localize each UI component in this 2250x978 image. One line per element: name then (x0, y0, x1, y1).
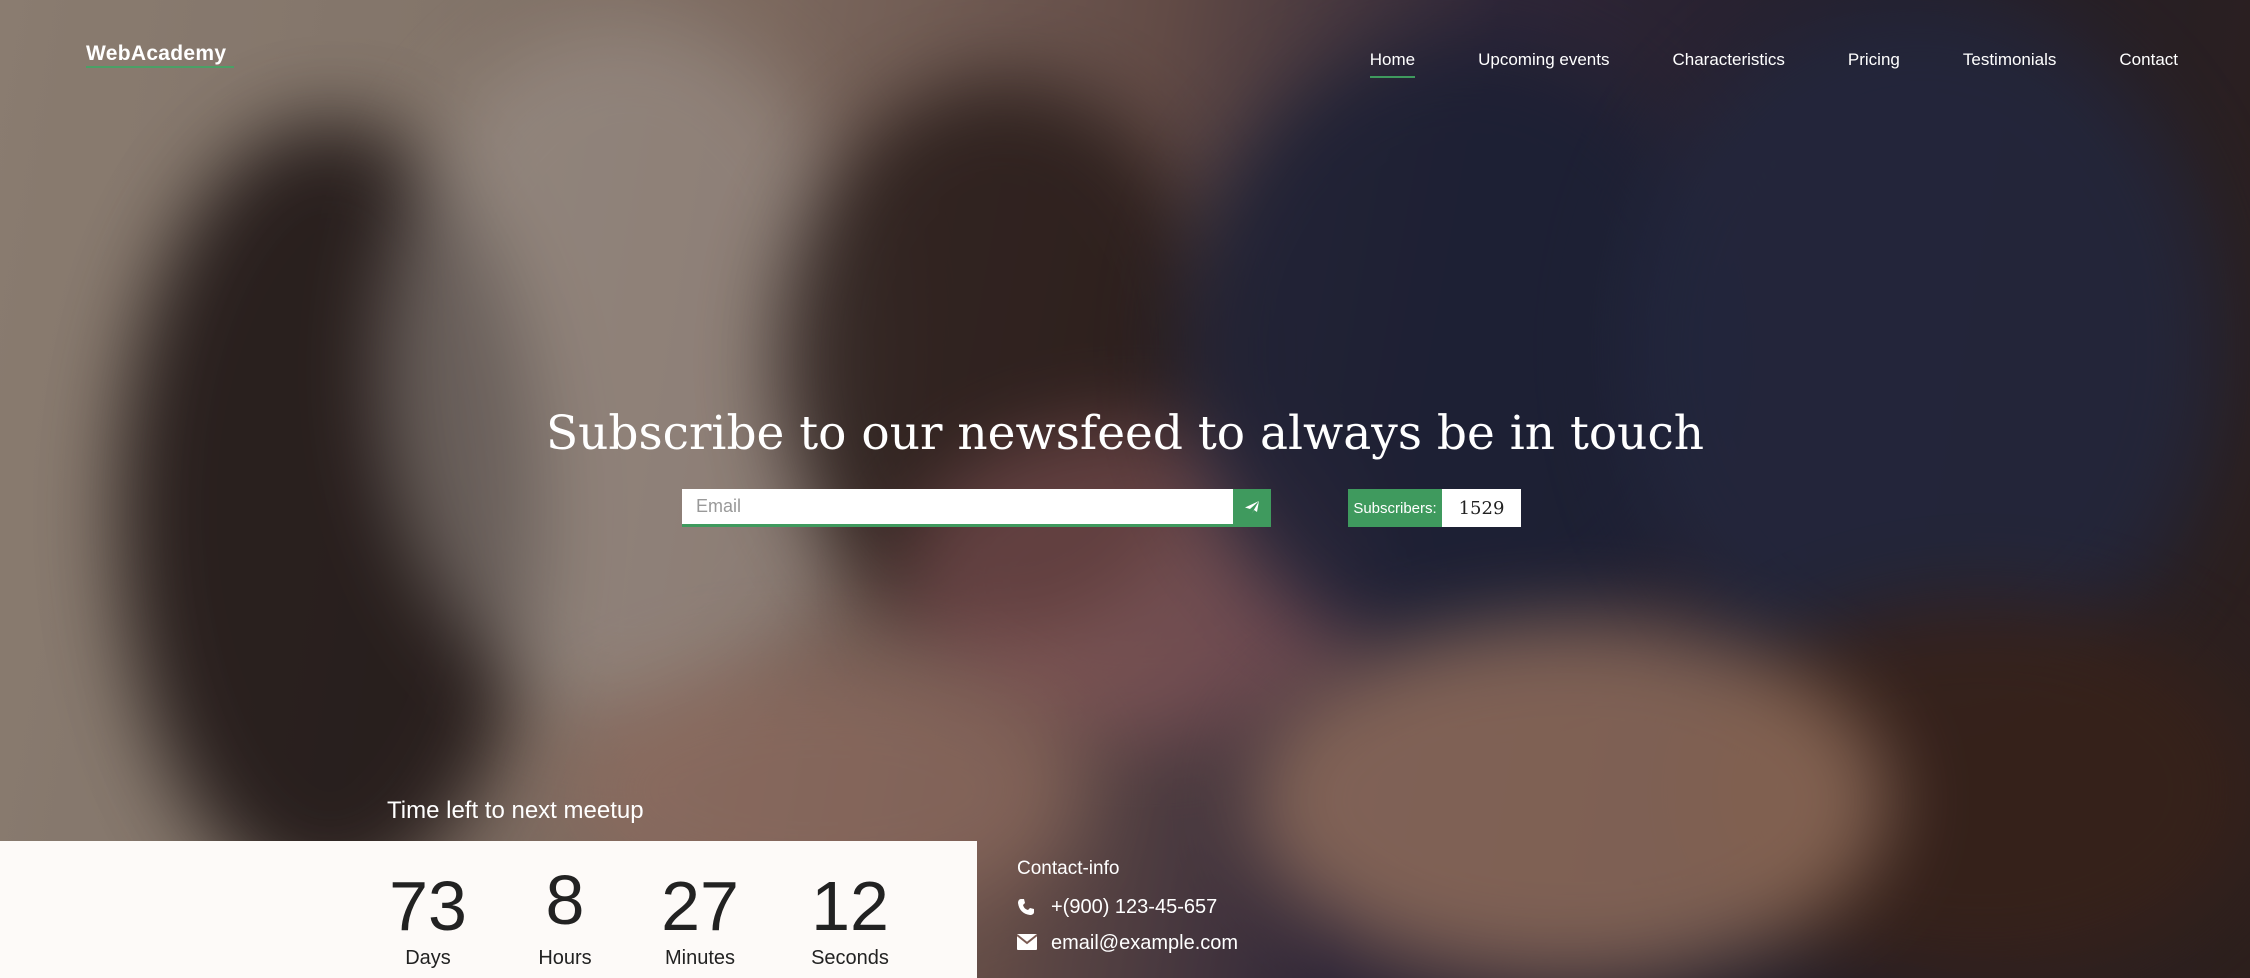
countdown-panel: 73 Days 8 Hours 27 Minutes 12 Seconds (0, 841, 977, 978)
contact-email[interactable]: email@example.com (1051, 932, 1238, 955)
send-button[interactable] (1233, 489, 1271, 527)
contact-info-title: Contact-info (1017, 858, 1120, 879)
countdown-minutes: 27 Minutes (650, 841, 750, 970)
logo-underline (86, 66, 234, 68)
subscribers-count: 1529 (1442, 489, 1521, 527)
countdown-seconds-label: Seconds (811, 947, 889, 969)
countdown-days-label: Days (405, 947, 451, 969)
countdown-days-value: 73 (389, 867, 467, 945)
nav-item-testimonials[interactable]: Testimonials (1963, 50, 2057, 78)
nav-item-characteristics[interactable]: Characteristics (1672, 50, 1784, 78)
countdown-days: 73 Days (383, 841, 473, 970)
logo[interactable]: WebAcademy (86, 42, 226, 66)
main-nav: Home Upcoming events Characteristics Pri… (1307, 50, 2178, 78)
hero-title: Subscribe to our newsfeed to always be i… (545, 406, 1705, 461)
countdown-seconds: 12 Seconds (800, 841, 900, 970)
paper-plane-icon (1244, 500, 1260, 516)
contact-email-row: email@example.com (1017, 932, 1238, 955)
countdown-caption: Time left to next meetup (387, 797, 644, 824)
nav-item-contact[interactable]: Contact (2119, 50, 2178, 78)
subscribe-form (682, 489, 1271, 527)
countdown-seconds-value: 12 (811, 867, 889, 945)
subscribers-label: Subscribers: (1348, 489, 1442, 527)
phone-icon (1017, 898, 1037, 918)
contact-phone-row: +(900) 123-45-657 (1017, 896, 1217, 919)
nav-item-upcoming-events[interactable]: Upcoming events (1478, 50, 1609, 78)
countdown-hours-value: 8 (545, 861, 585, 939)
countdown-hours: 8 Hours (520, 841, 610, 970)
contact-phone[interactable]: +(900) 123-45-657 (1051, 896, 1217, 919)
envelope-icon (1017, 933, 1037, 954)
nav-item-home[interactable]: Home (1369, 50, 1416, 78)
countdown-minutes-value: 27 (661, 867, 739, 945)
countdown-hours-label: Hours (538, 947, 592, 969)
countdown-minutes-label: Minutes (664, 947, 736, 969)
nav-item-pricing[interactable]: Pricing (1848, 50, 1900, 78)
email-input[interactable] (682, 489, 1250, 523)
